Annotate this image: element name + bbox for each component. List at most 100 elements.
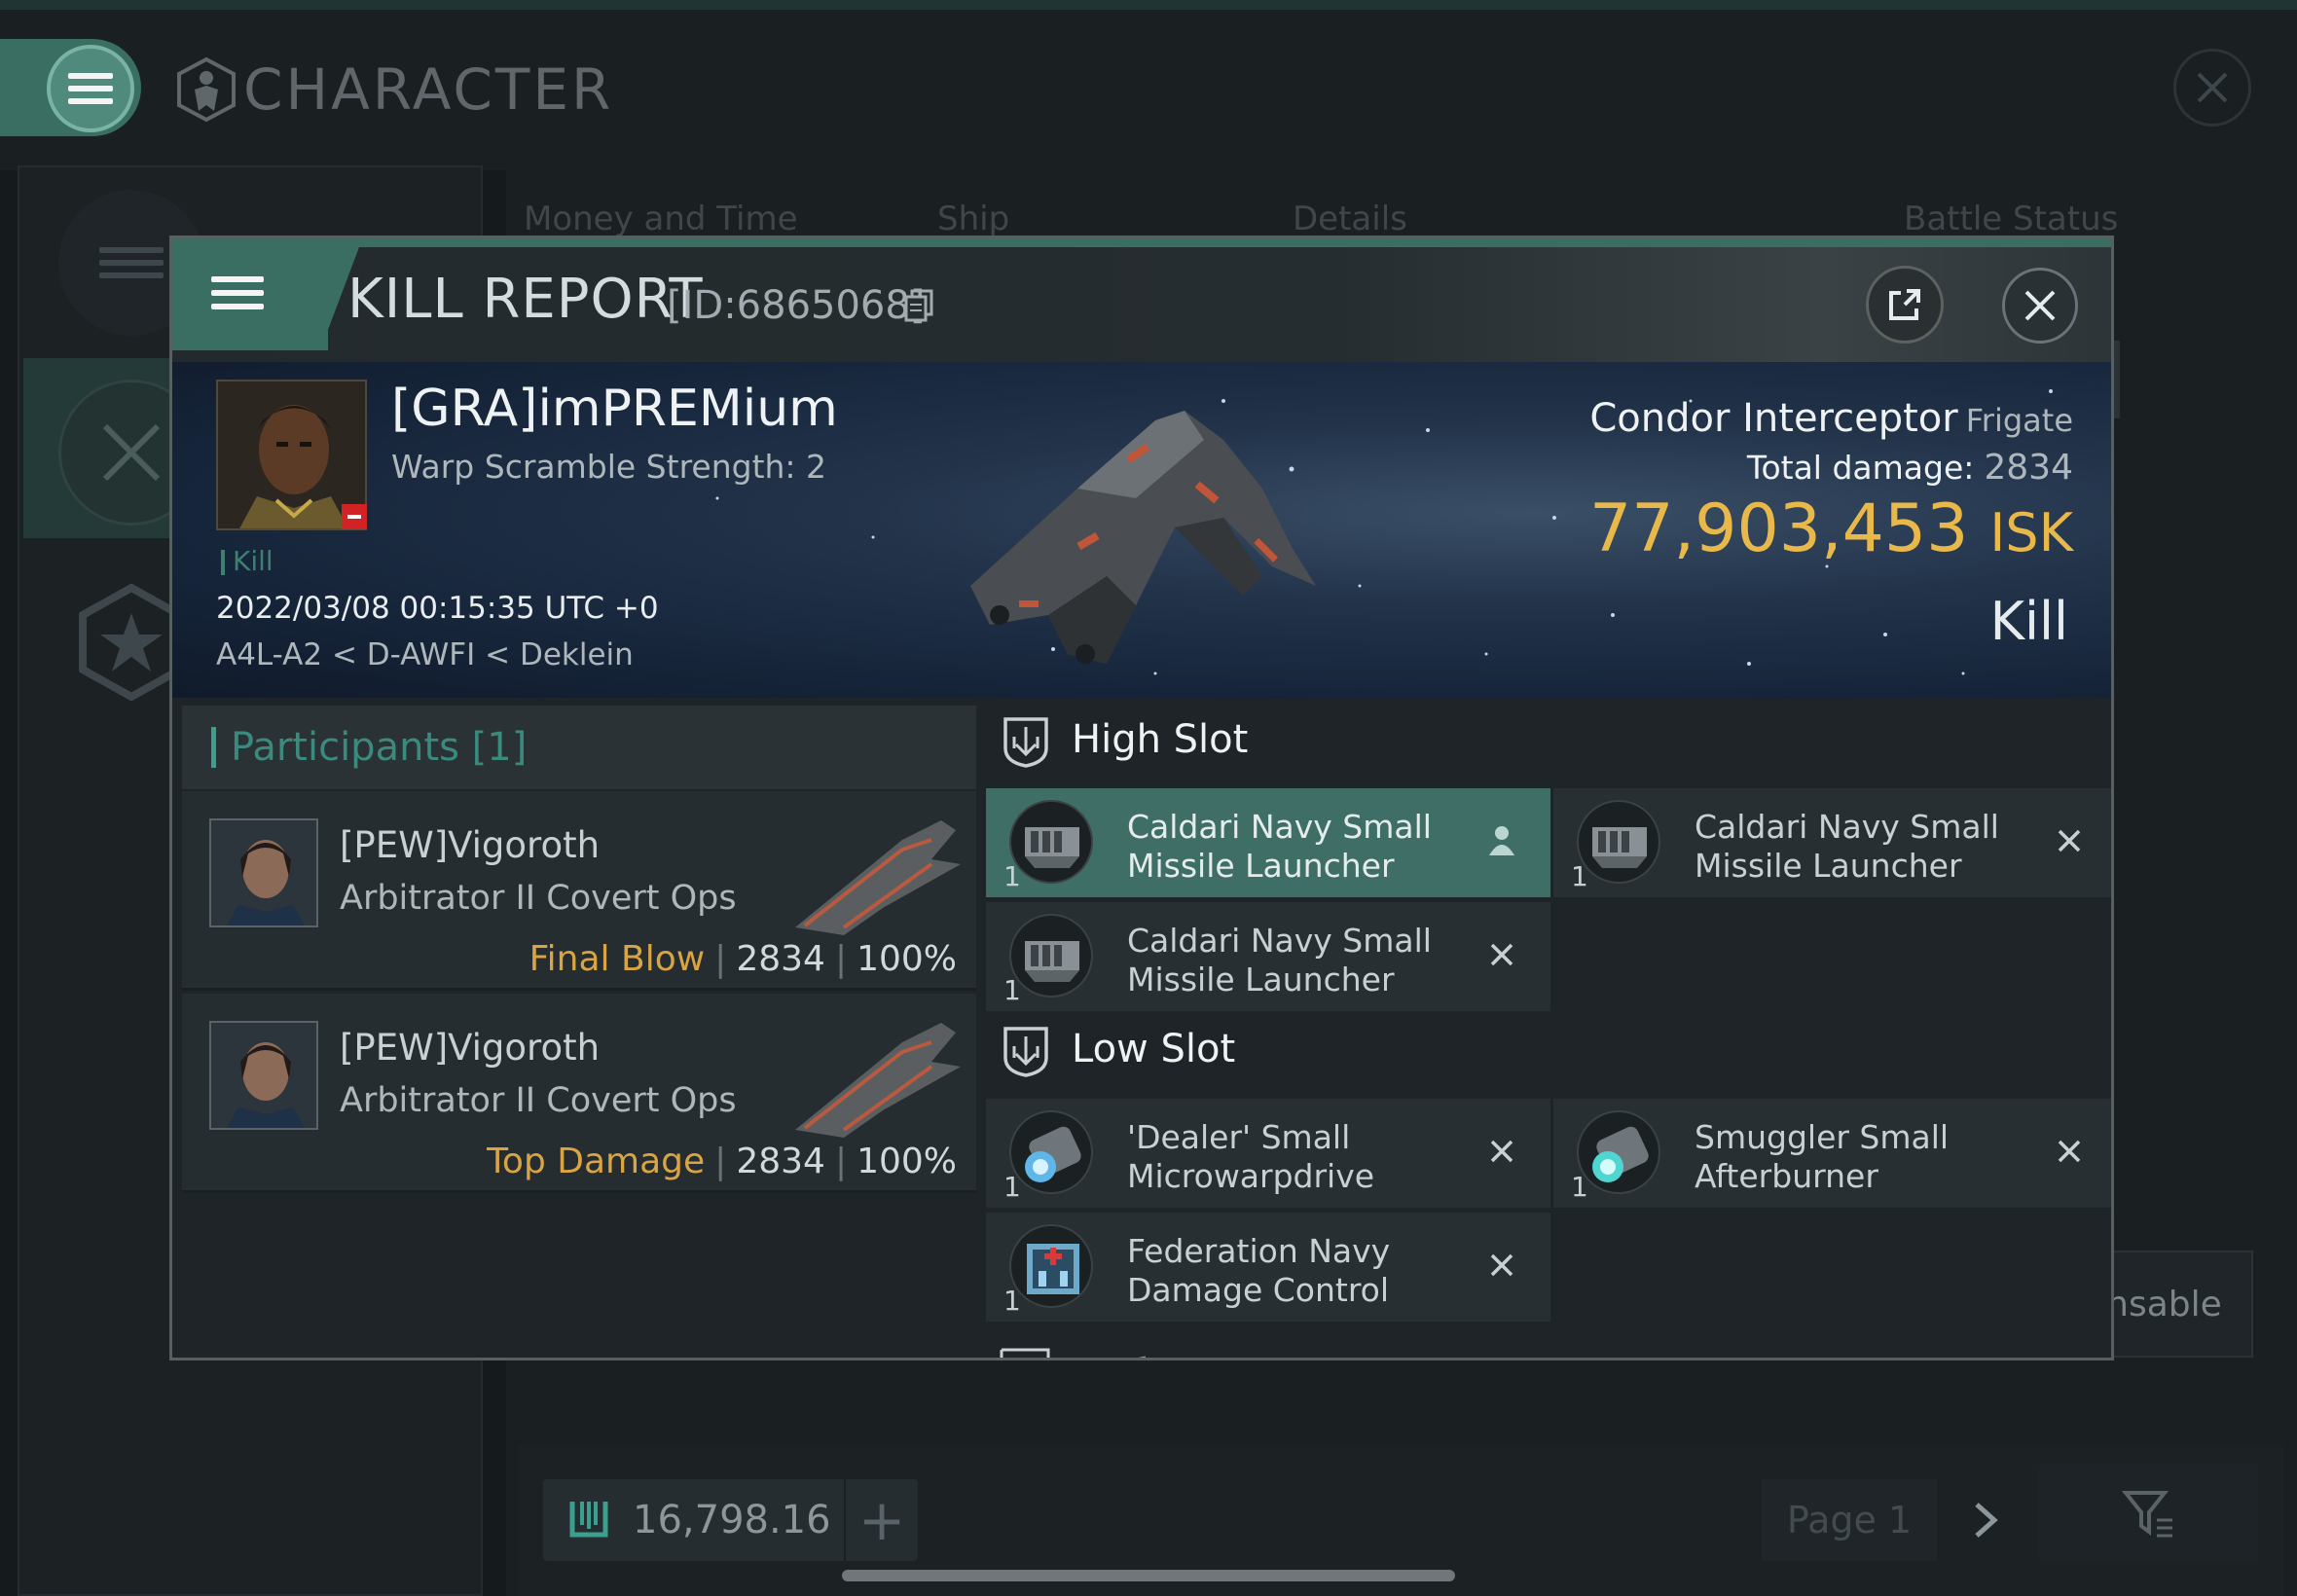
participant-tag: Final Blow — [529, 939, 706, 979]
high-slot-icon — [1003, 717, 1048, 768]
fitting-panel: High Slot 1 Caldari Navy Small Missile L… — [976, 698, 2111, 1358]
close-icon — [2024, 290, 2056, 321]
participant-ship: Arbitrator II Covert Ops — [340, 879, 737, 918]
item-quantity: 1 — [1003, 1171, 1021, 1203]
close-icon[interactable] — [1482, 1246, 1521, 1285]
high-slot-header: High Slot — [1000, 711, 2109, 770]
participants-header: Participants [1] — [182, 706, 976, 789]
close-icon[interactable] — [2050, 821, 2089, 860]
kill-location[interactable]: A4L-A2 < D-AWFI < Deklein — [216, 637, 634, 672]
participant-damage: 2834 — [736, 1142, 825, 1181]
participant-ship-render — [795, 820, 961, 935]
participant-stats: Top Damage | 2834 | 100% — [487, 1142, 957, 1181]
participant-name: [PEW]Vigoroth — [340, 1027, 601, 1069]
item-quantity: 1 — [1003, 974, 1021, 1006]
result-label: Kill — [1989, 591, 2068, 652]
participant-percent: 100% — [857, 1142, 957, 1181]
afterburner-icon — [1577, 1110, 1660, 1194]
total-damage-label: Total damage: — [1746, 449, 1975, 487]
close-icon — [2197, 72, 2228, 103]
share-button[interactable] — [1866, 266, 1944, 344]
low-slot-label: Low Slot — [1072, 1027, 1236, 1071]
participant-ship-render — [795, 1023, 961, 1138]
kill-timestamp: 2022/03/08 00:15:35 UTC +0 — [216, 591, 659, 626]
app-close-button[interactable] — [2173, 49, 2251, 127]
bg-divider — [2114, 341, 2120, 418]
victim-banner: [GRA]imPREMium Warp Scramble Strength: 2… — [172, 362, 2111, 698]
report-id: [ID:6865068] — [667, 283, 926, 328]
item-quantity: 1 — [1571, 1171, 1588, 1203]
victim-ship-render — [970, 411, 1316, 664]
dialog-menu-button[interactable] — [172, 247, 328, 350]
participant-row[interactable]: [PEW]Vigoroth Arbitrator II Covert Ops F… — [182, 791, 976, 991]
total-damage: Total damage: 2834 — [1747, 448, 2073, 488]
wallet-icon — [569, 1502, 608, 1538]
participant-percent: 100% — [857, 939, 957, 979]
isk-unit: ISK — [1989, 502, 2073, 563]
microwarpdrive-icon — [1009, 1110, 1093, 1194]
wallet-widget: 16,798.16 + — [543, 1479, 918, 1561]
warp-scramble-strength: Warp Scramble Strength: 2 — [391, 448, 827, 486]
victim-name[interactable]: [GRA]imPREMium — [391, 380, 838, 438]
page-title: CHARACTER — [243, 56, 614, 123]
list-icon — [99, 247, 164, 278]
add-funds-button[interactable]: + — [844, 1479, 918, 1561]
item-name: Smuggler Small Afterburner — [1695, 1118, 1950, 1195]
close-icon[interactable] — [1482, 935, 1521, 974]
participant-row[interactable]: [PEW]Vigoroth Arbitrator II Covert Ops T… — [182, 994, 976, 1193]
dialog-accent-bar — [172, 238, 2111, 247]
damage-control-icon — [1009, 1224, 1093, 1308]
missile-launcher-icon — [1577, 800, 1660, 884]
filter-button[interactable] — [2039, 1465, 2258, 1562]
close-icon[interactable] — [1482, 1132, 1521, 1171]
low-slot-header: Low Slot — [1000, 1021, 2109, 1079]
table-header: Money and Time Ship Details Battle Statu… — [524, 200, 2217, 238]
participant-tag: Top Damage — [487, 1142, 706, 1181]
participant-damage: 2834 — [736, 939, 825, 979]
fitting-item[interactable]: 1 'Dealer' Small Microwarpdrive — [986, 1099, 1550, 1208]
isk-amount: 77,903,453 — [1589, 490, 1969, 567]
close-icon[interactable] — [2050, 1132, 2089, 1171]
home-indicator — [842, 1570, 1455, 1581]
participant-ship: Arbitrator II Covert Ops — [340, 1081, 737, 1120]
chevron-right-icon — [1975, 1503, 1998, 1538]
kill-report-dialog: KILL REPORT [ID:6865068] [GRA]imPREMium … — [169, 236, 2114, 1360]
wallet-balance: 16,798.16 — [633, 1498, 831, 1542]
fitting-item[interactable]: 1 Caldari Navy Small Missile Launcher — [986, 788, 1550, 897]
column-battle-status: Battle Status — [1904, 200, 2119, 238]
mid-slot-header-partial — [1000, 1348, 1292, 1358]
copy-icon[interactable] — [904, 289, 933, 322]
hostile-badge — [342, 504, 367, 529]
item-name: 'Dealer' Small Microwarpdrive — [1127, 1118, 1375, 1195]
item-name: Federation Navy Damage Control — [1127, 1232, 1391, 1309]
fitting-item[interactable]: 1 Smuggler Small Afterburner — [1553, 1099, 2111, 1208]
main-menu-button[interactable] — [47, 45, 134, 132]
dialog-title: KILL REPORT — [347, 268, 704, 331]
item-quantity: 1 — [1003, 1285, 1021, 1317]
dialog-close-button[interactable] — [2002, 268, 2078, 344]
item-name: Caldari Navy Small Missile Launcher — [1127, 808, 1432, 885]
person-icon[interactable] — [1482, 821, 1521, 860]
participant-portrait — [209, 1021, 318, 1130]
participant-stats: Final Blow | 2834 | 100% — [529, 939, 957, 979]
kill-tag: Kill — [221, 545, 273, 577]
participants-title: Participants [1] — [231, 725, 528, 770]
fitting-item[interactable]: 1 Federation Navy Damage Control — [986, 1213, 1550, 1322]
item-quantity: 1 — [1571, 860, 1588, 892]
kill-tag-label: Kill — [233, 545, 273, 577]
low-slot-icon — [1003, 1027, 1048, 1077]
participants-panel: Participants [1] [PEW]Vigoroth Arbitrato… — [172, 698, 976, 1358]
fitting-item[interactable]: 1 Caldari Navy Small Missile Launcher — [1553, 788, 2111, 897]
character-icon — [177, 56, 236, 123]
participant-name: [PEW]Vigoroth — [340, 824, 601, 866]
item-quantity: 1 — [1003, 860, 1021, 892]
victim-ship[interactable]: Condor Interceptor Frigate — [1589, 396, 2073, 441]
missile-launcher-icon — [1009, 914, 1093, 998]
plus-icon: + — [857, 1487, 906, 1553]
next-page-button[interactable] — [1956, 1479, 2015, 1561]
column-money-time: Money and Time — [524, 200, 798, 238]
fitting-item[interactable]: 1 Caldari Navy Small Missile Launcher — [986, 902, 1550, 1011]
hamburger-icon — [211, 276, 264, 309]
item-name: Caldari Navy Small Missile Launcher — [1127, 922, 1432, 998]
ship-name: Condor Interceptor — [1589, 396, 1958, 441]
